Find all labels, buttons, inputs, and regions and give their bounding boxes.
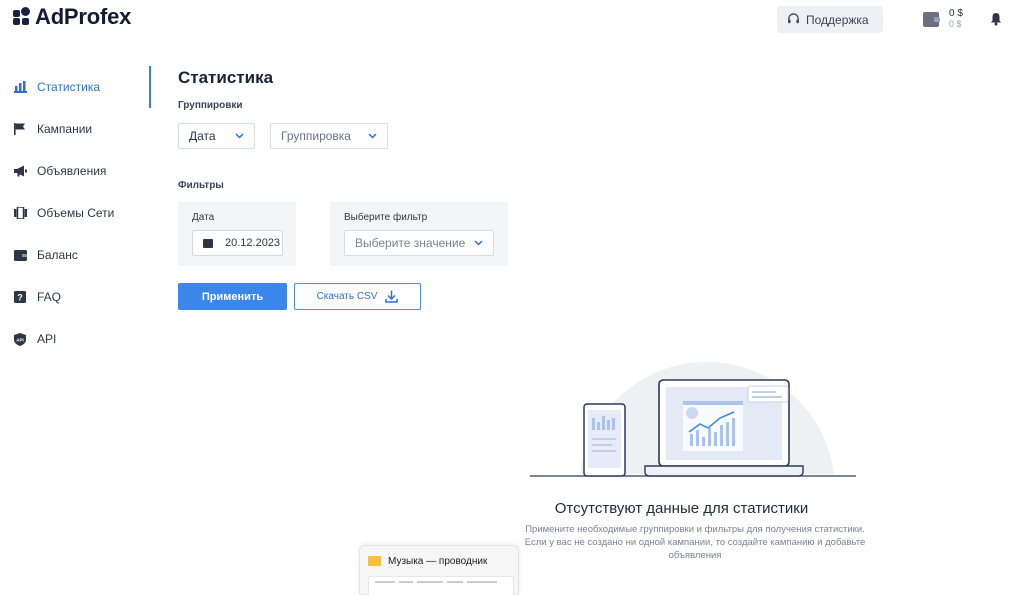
filter-value-select[interactable]: Выберите значение xyxy=(344,230,494,256)
sidebar-item-label: Объявления xyxy=(37,164,107,178)
sidebar-item-label: Баланс xyxy=(37,248,78,262)
calendar-icon xyxy=(203,238,213,248)
headset-icon xyxy=(788,13,799,24)
svg-text:?: ? xyxy=(17,293,23,303)
date-picker-input[interactable]: 20.12.2023 xyxy=(192,230,283,256)
sidebar-item-label: FAQ xyxy=(37,290,62,304)
sidebar-item-balance[interactable]: Баланс xyxy=(0,240,152,270)
flag-icon xyxy=(13,122,27,136)
preview-thumbnail xyxy=(368,576,514,595)
grouping-select-secondary[interactable]: Группировка xyxy=(270,123,388,149)
sidebar-item-label: Статистика xyxy=(37,80,101,94)
download-icon xyxy=(385,290,399,303)
svg-text:API: API xyxy=(16,337,24,342)
megaphone-icon xyxy=(13,164,27,178)
grouping-select-date[interactable]: Дата xyxy=(178,123,255,149)
app-logo[interactable]: AdProfex xyxy=(13,4,131,30)
chevron-down-icon xyxy=(473,238,483,248)
wallet-icon xyxy=(923,11,940,27)
download-csv-button[interactable]: Скачать CSV xyxy=(294,283,421,310)
grouping-select-value: Дата xyxy=(189,129,216,143)
sidebar-item-label: Объемы Сети xyxy=(37,206,115,220)
sidebar-item-faq[interactable]: ? FAQ xyxy=(0,282,152,312)
empty-state-illustration xyxy=(530,361,856,477)
apply-button[interactable]: Применить xyxy=(178,283,287,310)
date-value: 20.12.2023 xyxy=(225,237,281,249)
main-content: Статистика Группировки Дата Группировка … xyxy=(152,42,1024,595)
groupings-label: Группировки xyxy=(178,100,243,111)
folder-icon xyxy=(368,556,381,566)
sidebar-item-label: API xyxy=(37,332,57,346)
sidebar-item-label: Кампании xyxy=(37,122,93,136)
logo-text: AdProfex xyxy=(35,4,132,29)
taskbar-window-preview[interactable]: Музыка — проводник xyxy=(359,545,519,595)
logo-icon xyxy=(13,7,31,26)
sidebar-item-api[interactable]: API API xyxy=(0,324,152,354)
chevron-down-icon xyxy=(367,131,377,141)
choose-filter-label: Выберите фильтр xyxy=(344,212,428,223)
balance-widget[interactable]: 0 $ 0 $ xyxy=(923,9,963,29)
sidebar-item-network-volume[interactable]: Объемы Сети xyxy=(0,198,152,228)
download-csv-label: Скачать CSV xyxy=(316,291,378,302)
support-label: Поддержка xyxy=(806,12,869,27)
api-shield-icon: API xyxy=(13,332,27,346)
sidebar-item-statistics[interactable]: Статистика xyxy=(0,72,152,102)
question-icon: ? xyxy=(13,290,27,304)
balance-main: 0 $ xyxy=(949,8,963,19)
top-header: AdProfex Поддержка 0 $ 0 $ xyxy=(0,0,1024,42)
empty-state-description: Примените необходимые группировки и филь… xyxy=(524,524,866,561)
balance-sub: 0 $ xyxy=(949,19,962,29)
date-filter-label: Дата xyxy=(192,212,215,223)
bell-icon[interactable] xyxy=(990,12,1002,26)
support-button[interactable]: Поддержка xyxy=(777,6,883,33)
wallet-icon xyxy=(13,248,27,262)
preview-title: Музыка — проводник xyxy=(388,556,488,567)
empty-state-title: Отсутствуют данные для статистики xyxy=(554,500,809,517)
bar-chart-icon xyxy=(13,80,27,94)
sidebar-item-campaigns[interactable]: Кампании xyxy=(0,114,152,144)
filters-label: Фильтры xyxy=(178,180,224,191)
sidebar-item-ads[interactable]: Объявления xyxy=(0,156,152,186)
custom-filter-panel: Выберите фильтр Выберите значение xyxy=(330,202,508,266)
network-volume-icon xyxy=(13,206,27,220)
date-filter-panel: Дата 20.12.2023 xyxy=(178,202,296,266)
chevron-down-icon xyxy=(234,131,244,141)
sidebar: Статистика Кампании Объявления Объемы Се… xyxy=(0,42,152,595)
grouping-select-value: Группировка xyxy=(281,129,351,143)
page-title: Статистика xyxy=(178,68,274,87)
filter-value-placeholder: Выберите значение xyxy=(355,236,466,250)
